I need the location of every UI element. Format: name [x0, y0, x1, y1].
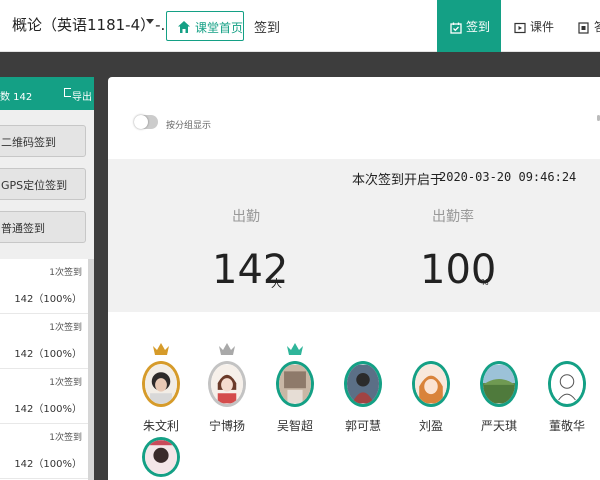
tab-signin-label: 签到 — [466, 20, 491, 34]
avatar — [412, 361, 450, 407]
avatar — [276, 361, 314, 407]
avatar[interactable] — [142, 437, 180, 477]
normal-signin-button[interactable]: 普通签到 — [0, 211, 86, 243]
qa-icon — [578, 19, 589, 38]
student-name: 刘盈 — [418, 419, 443, 433]
course-home-label: 课堂首页 — [195, 21, 244, 35]
student-name: 严天琪 — [480, 419, 517, 433]
scrollbar[interactable] — [88, 259, 94, 480]
chevron-down-icon[interactable] — [146, 19, 154, 24]
start-label: 本次签到开启于 — [352, 173, 444, 188]
play-square-icon — [514, 19, 526, 38]
student-name: 朱文利 — [142, 419, 179, 433]
group-display-toggle[interactable] — [134, 115, 158, 129]
avatar — [480, 361, 518, 407]
course-title[interactable]: 概论（英语1181-4）-... — [12, 14, 175, 35]
signin-record-list: 1次签到 142（100%） 1次签到 142（100%） 1次签到 142（1… — [0, 259, 88, 480]
student-card[interactable]: 郭可慧 — [333, 341, 393, 451]
group-display-label: 按分组显示 — [166, 121, 212, 131]
tab-courseware[interactable]: 课件 — [514, 0, 566, 52]
student-card[interactable]: 严天琪 — [469, 341, 529, 451]
tab-signin[interactable]: 签到 — [437, 0, 501, 52]
record-stat: 142（100%） — [14, 404, 82, 415]
qrcode-signin-label: 二维码签到 — [1, 136, 56, 149]
signin-list-panel: 数 142 导出 二维码签到 GPS定位签到 普通签到 1次签到 142（100… — [0, 77, 94, 480]
attendance-stats: 本次签到开启于 2020-03-20 09:46:24 出勤 出勤率 142 人… — [108, 159, 600, 312]
breadcrumb: 签到 — [254, 21, 281, 36]
record-stat: 142（100%） — [14, 459, 82, 470]
top-bar: 概论（英语1181-4）-... 课堂首页 签到 签到 课件 答 — [0, 0, 600, 52]
toggle-knob — [134, 115, 148, 129]
normal-signin-label: 普通签到 — [1, 222, 45, 235]
calendar-check-icon — [450, 19, 462, 38]
start-time: 2020-03-20 09:46:24 — [439, 170, 577, 184]
student-name: 董敬华 — [548, 419, 585, 433]
student-name: 吴智超 — [276, 419, 313, 433]
signin-list-header: 数 142 导出 — [0, 77, 94, 110]
attendance-label: 出勤 — [232, 209, 260, 225]
signin-detail-panel: 按分组显示 本次签到开启于 2020-03-20 09:46:24 出勤 出勤率… — [108, 77, 600, 480]
tab-qa-label: 答 — [594, 18, 600, 35]
attendance-rate-unit: % — [481, 278, 489, 287]
tab-courseware-label: 课件 — [530, 20, 555, 34]
export-button[interactable]: 导出 — [72, 88, 92, 103]
record-stat: 142（100%） — [14, 349, 82, 360]
avatar — [142, 361, 180, 407]
student-card[interactable]: 朱文利 — [131, 341, 191, 451]
student-card[interactable]: 宁博扬 — [197, 341, 257, 451]
record-stat: 142（100%） — [14, 294, 82, 305]
list-item[interactable]: 1次签到 142（100%） — [0, 424, 88, 479]
student-card[interactable]: 刘盈 — [401, 341, 461, 451]
record-times: 1次签到 — [49, 433, 82, 443]
list-item[interactable]: 1次签到 142（100%） — [0, 314, 88, 369]
student-name: 郭可慧 — [344, 419, 381, 433]
attendance-rate-label: 出勤率 — [432, 209, 474, 225]
record-times: 1次签到 — [49, 378, 82, 388]
record-times: 1次签到 — [49, 323, 82, 333]
student-card[interactable]: 吴智超 — [265, 341, 325, 451]
gps-signin-button[interactable]: GPS定位签到 — [0, 168, 86, 200]
silver-crown-icon — [218, 341, 236, 360]
attendance-unit: 人 — [271, 277, 282, 290]
list-item[interactable]: 1次签到 142（100%） — [0, 369, 88, 424]
student-card[interactable]: 董敬华 — [537, 341, 597, 451]
signin-count: 数 142 — [0, 92, 33, 103]
home-icon — [177, 19, 191, 38]
record-times: 1次签到 — [49, 268, 82, 278]
gold-crown-icon — [152, 341, 170, 360]
avatar — [344, 361, 382, 407]
qrcode-signin-button[interactable]: 二维码签到 — [0, 125, 86, 157]
student-name: 宁博扬 — [208, 419, 245, 433]
avatar — [208, 361, 246, 407]
teal-crown-icon — [286, 341, 304, 360]
export-icon[interactable] — [64, 88, 71, 97]
avatar — [548, 361, 586, 407]
gps-signin-label: GPS定位签到 — [1, 179, 68, 192]
course-home-button[interactable]: 课堂首页 — [166, 11, 244, 41]
list-item[interactable]: 1次签到 142（100%） — [0, 259, 88, 314]
tab-qa[interactable]: 答 — [578, 0, 600, 52]
